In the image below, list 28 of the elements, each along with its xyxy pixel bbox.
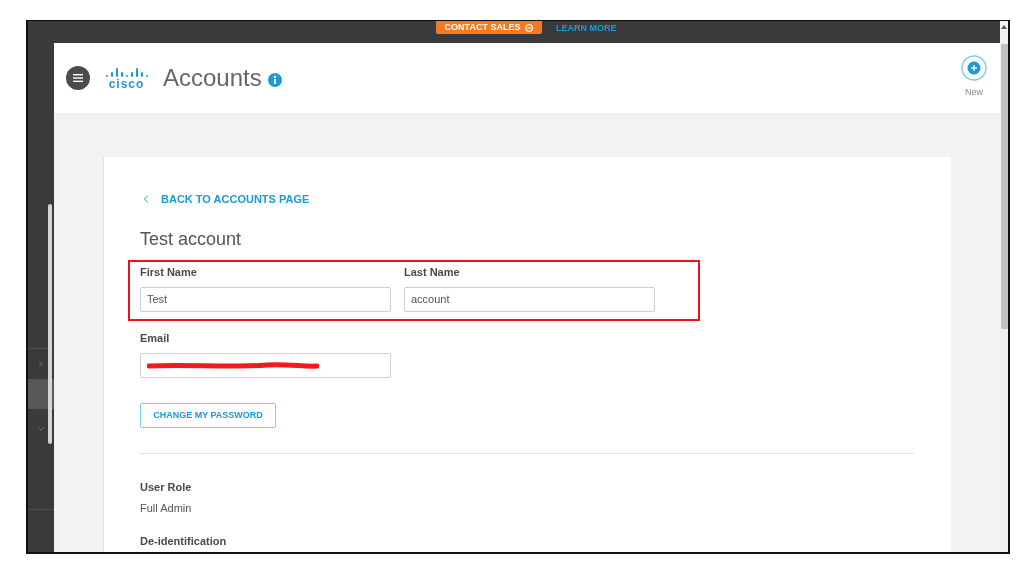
minus-circle-icon xyxy=(525,23,534,32)
input-field[interactable]: account xyxy=(404,287,655,312)
detail-label: De-identification xyxy=(140,534,228,548)
detail-label: User Role xyxy=(140,480,193,494)
logo-bars-icon xyxy=(104,66,149,78)
new-button[interactable]: New xyxy=(961,55,987,97)
detail-value: Full Admin xyxy=(140,501,193,515)
input-field[interactable]: Test xyxy=(140,287,391,312)
menu-button[interactable] xyxy=(66,66,90,90)
contact-sales-button[interactable]: CONTACT SALES xyxy=(436,21,542,34)
page-title: Accounts xyxy=(163,64,262,92)
field-label: Email xyxy=(140,331,171,345)
scrollbar-thumb[interactable] xyxy=(48,204,52,444)
menu-icon xyxy=(73,74,83,82)
scroll-up-arrow-icon[interactable] xyxy=(1001,25,1007,29)
change-password-button[interactable]: CHANGE MY PASSWORD xyxy=(140,403,276,428)
field-label: First Name xyxy=(140,265,198,279)
logo-wordmark: cisco xyxy=(108,77,145,90)
chevron-down-icon[interactable] xyxy=(36,424,46,434)
learn-more-link[interactable]: LEARN MORE xyxy=(556,23,617,33)
chevron-right-icon[interactable] xyxy=(36,359,46,369)
input-field[interactable] xyxy=(140,353,391,378)
back-link[interactable]: BACK TO ACCOUNTS PAGE xyxy=(140,191,310,207)
account-heading: Test account xyxy=(140,228,243,251)
field-label: Last Name xyxy=(404,265,461,279)
scrollbar-thumb[interactable] xyxy=(1000,44,1008,329)
info-icon[interactable] xyxy=(267,73,282,87)
plus-circle-icon xyxy=(961,55,987,81)
